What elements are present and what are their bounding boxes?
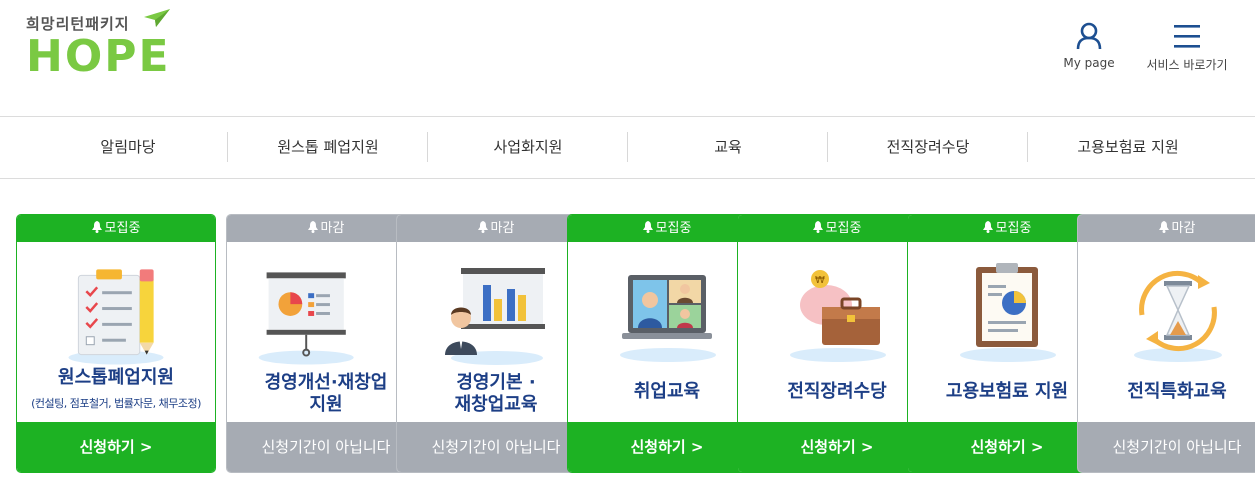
paper-plane-icon [144, 9, 170, 27]
lecture-chart-icon [445, 268, 545, 365]
checklist-icon [68, 269, 164, 365]
badge-label: 모집중 [655, 221, 692, 236]
badge-label: 모집중 [995, 221, 1032, 236]
nav-item-business-support[interactable]: 사업화지원 [428, 117, 628, 178]
apply-button-label: 신청기간이 아닙니다 [1112, 438, 1242, 456]
service-menu-label: 서비스 바로가기 [1146, 58, 1228, 72]
nav-item-employment-insurance[interactable]: 고용보험료 지원 [1028, 117, 1228, 178]
apply-button-label: 신청하기 > [79, 438, 153, 456]
svg-text:₩: ₩ [815, 275, 825, 286]
bell-icon [477, 221, 488, 233]
badge-label: 모집중 [104, 221, 141, 236]
mypage-button[interactable]: My page [1058, 22, 1120, 70]
apply-button[interactable]: 신청하기 > [17, 422, 215, 472]
mypage-label: My page [1063, 56, 1115, 70]
hourglass-icon [1134, 271, 1222, 362]
bell-icon [642, 221, 653, 233]
site-header: 희망리턴패키지 HOPE My page 서비스 바로가기 [0, 0, 1255, 117]
service-card-specialized-education[interactable]: 마감 전직특화교육 신청기간이 아닙니다 [1077, 214, 1255, 473]
logo-wordmark: HOPE [26, 31, 171, 82]
card-title-line1: 경영기본 · [456, 372, 536, 393]
service-card-onestop-closure[interactable]: 모집중 원스톱폐업지원 (컨설팅, 점포철거, 법률자문, 채무조정) 신청하기… [16, 214, 216, 473]
nav-item-transition-allowance[interactable]: 전직장려수당 [828, 117, 1028, 178]
apply-button-disabled[interactable]: 신청기간이 아닙니다 [397, 422, 595, 472]
apply-button-label: 신청하기 > [800, 438, 874, 456]
bell-icon [307, 221, 318, 233]
main-nav: 알림마당 원스톱 폐업지원 사업화지원 교육 전직장려수당 고용보험료 지원 [0, 117, 1255, 179]
card-title-line2: 재창업교육 [454, 394, 538, 415]
badge-label: 마감 [490, 221, 515, 236]
card-title: 전직특화교육 [1127, 381, 1227, 402]
apply-button-label: 신청하기 > [630, 438, 704, 456]
status-badge: 마감 [1078, 215, 1255, 242]
badge-label: 모집중 [825, 221, 862, 236]
card-title: 원스톱폐업지원 [58, 367, 174, 388]
nav-item-education[interactable]: 교육 [628, 117, 828, 178]
user-icon [1076, 22, 1102, 50]
status-badge: 모집중 [17, 215, 215, 242]
bell-icon [982, 221, 993, 233]
apply-button-label: 신청기간이 아닙니다 [431, 438, 561, 456]
service-menu-button[interactable]: 서비스 바로가기 [1141, 22, 1233, 73]
apply-button-disabled[interactable]: 신청기간이 아닙니다 [1078, 422, 1255, 472]
status-badge: 마감 [397, 215, 595, 242]
bell-icon [812, 221, 823, 233]
hope-logo[interactable]: 희망리턴패키지 HOPE [26, 9, 176, 81]
badge-label: 마감 [1171, 221, 1196, 236]
apply-button-label: 신청하기 > [970, 438, 1044, 456]
hamburger-menu-icon [1174, 25, 1200, 48]
service-card-management-basics[interactable]: 마감 경영기본 · 재창업교육 신청기간이 아닙니다 [396, 214, 596, 473]
apply-button-label: 신청기간이 아닙니다 [261, 438, 391, 456]
nav-item-onestop-closure[interactable]: 원스톱 폐업지원 [228, 117, 428, 178]
bell-icon [1158, 221, 1169, 233]
badge-label: 마감 [320, 221, 345, 236]
bell-icon [91, 221, 102, 233]
nav-item-notice[interactable]: 알림마당 [28, 117, 228, 178]
card-subtitle: (컨설팅, 점포철거, 법률자문, 채무조정) [31, 397, 201, 410]
